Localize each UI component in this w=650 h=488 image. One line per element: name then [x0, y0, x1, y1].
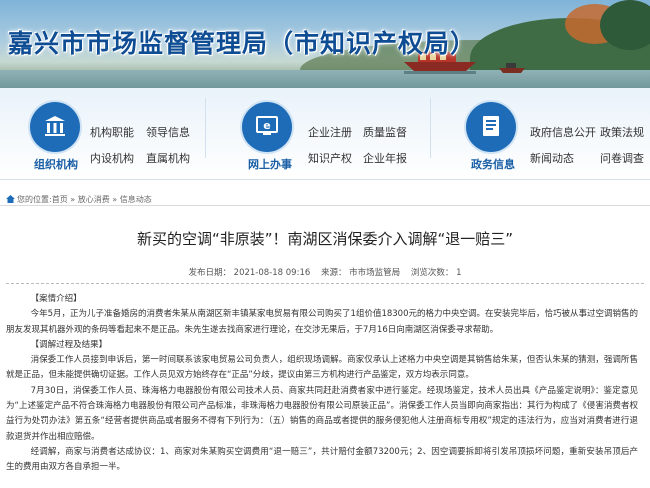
breadcrumb: 您的位置:首页 » 放心消费 » 信息动态 [6, 194, 152, 205]
nav-category-organization[interactable]: 组织机构 [34, 156, 78, 172]
section-heading: 【案情介绍】 [30, 294, 82, 304]
small-boat-image [499, 63, 525, 73]
article-paragraph: 今年5月，正为儿子准备婚房的消费者朱某从南湖区新丰镇某家电贸易有限公司购买了1组… [6, 309, 639, 335]
article-title: 新买的空调“非原装”！南湖区消保委介入调解“退一赔三” [136, 230, 514, 248]
breadcrumb-home[interactable]: 您的位置:首页 [17, 195, 68, 204]
divider [0, 205, 650, 206]
nav-link-government-disclosure[interactable]: 政府信息公开 [530, 124, 596, 140]
nav-link-quality-supervision[interactable]: 质量监督 [363, 124, 407, 140]
nav-divider [205, 98, 206, 158]
nav-divider [430, 98, 431, 158]
nav-link-institution-functions[interactable]: 机构职能 [90, 124, 134, 140]
main-navigation: 组织机构 机构职能 领导信息 内设机构 直属机构 e 网上办事 企业注册 质量监… [0, 88, 650, 180]
nav-link-internal-departments[interactable]: 内设机构 [90, 150, 134, 166]
browser-e-icon[interactable]: e [242, 102, 292, 152]
nav-category-government-info[interactable]: 政务信息 [471, 156, 515, 172]
view-count: 浏览次数： 1 [410, 268, 462, 278]
article-meta: 发布日期： 2021-08-18 09:16 来源： 市市场监管局 浏览次数： … [0, 266, 650, 278]
article-source: 来源： 市市场监管局 [320, 268, 401, 278]
site-title[interactable]: 嘉兴市市场监督管理局（市知识产权局） [8, 24, 476, 60]
nav-link-survey[interactable]: 问卷调查 [600, 150, 644, 166]
building-icon[interactable] [30, 102, 80, 152]
article-body: 【案情介绍】 今年5月，正为儿子准备婚房的消费者朱某从南湖区新丰镇某家电贸易有限… [6, 292, 638, 476]
section-heading: 【调解过程及结果】 [30, 339, 108, 350]
home-icon [6, 195, 15, 203]
nav-category-online-services[interactable]: 网上办事 [248, 156, 292, 172]
nav-link-company-registration[interactable]: 企业注册 [308, 124, 352, 140]
article-paragraph: 消保委工作人员接到申诉后，第一时间联系该家电贸易公司负责人，组织现场调解。商家仅… [6, 355, 638, 381]
svg-text:e: e [263, 119, 270, 132]
article-paragraph: 7月30日，消保委工作人员、珠海格力电器股份有限公司技术人员、商家共同赶赴消费者… [6, 385, 638, 442]
header-banner: 嘉兴市市场监督管理局（市知识产权局） [0, 0, 650, 88]
article-paragraph: 经调解，商家与消费者达成协议：1、商家对朱某购买空调费用“退一赔三”，共计赔付金… [6, 446, 638, 473]
nav-link-news[interactable]: 新闻动态 [530, 150, 574, 166]
breadcrumb-section[interactable]: 放心消费 [78, 195, 110, 204]
nav-link-leadership[interactable]: 领导信息 [146, 124, 190, 140]
breadcrumb-separator: » [70, 195, 76, 204]
divider [6, 283, 644, 284]
banner-water [0, 70, 650, 88]
breadcrumb-separator: » [112, 195, 118, 204]
breadcrumb-current[interactable]: 信息动态 [120, 195, 152, 204]
nav-link-intellectual-property[interactable]: 知识产权 [308, 150, 352, 166]
nav-link-affiliated-units[interactable]: 直属机构 [146, 150, 190, 166]
nav-link-annual-report[interactable]: 企业年报 [363, 150, 407, 166]
document-icon[interactable] [466, 102, 516, 152]
publish-date: 发布日期： 2021-08-18 09:16 [188, 268, 311, 278]
nav-link-policies-regulations[interactable]: 政策法规 [600, 124, 644, 140]
